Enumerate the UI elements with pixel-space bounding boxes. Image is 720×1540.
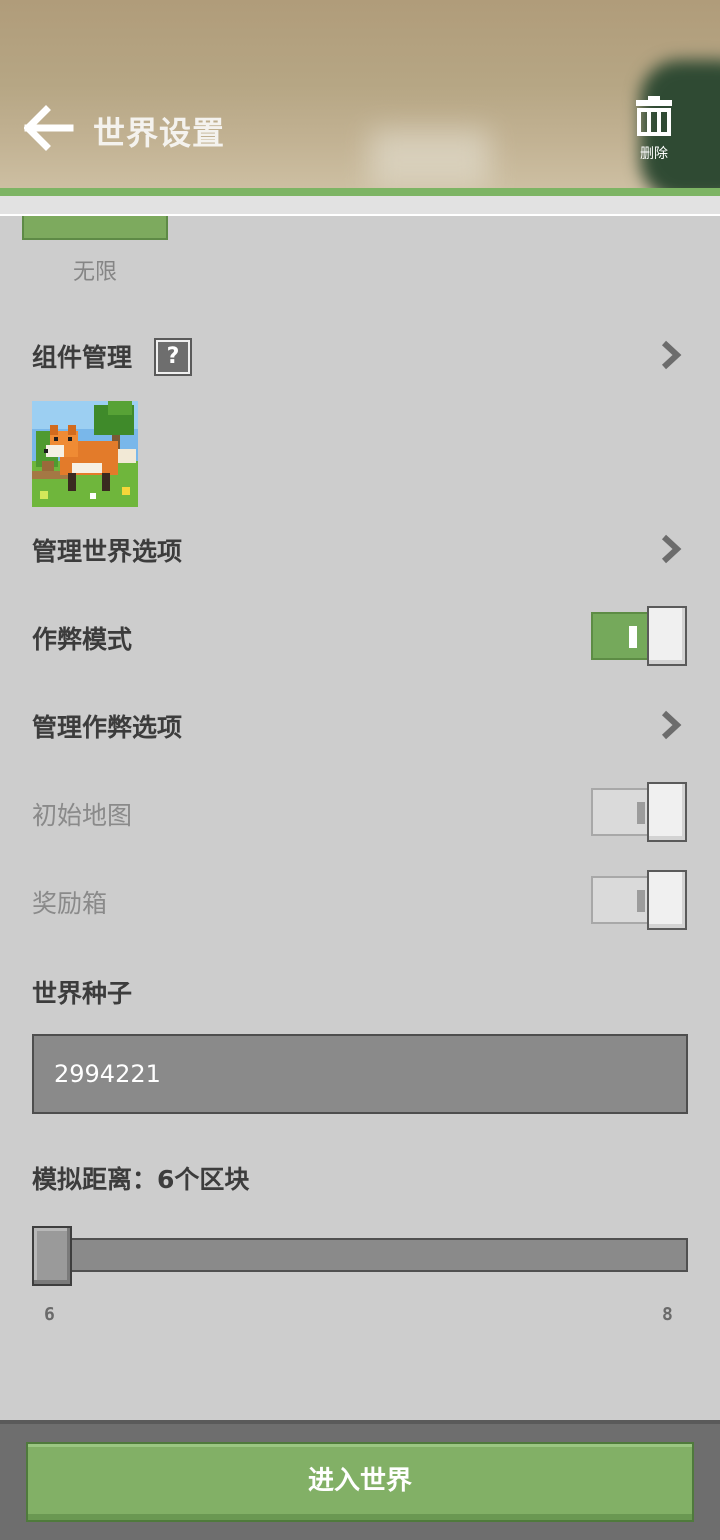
cheats-toggle[interactable] xyxy=(591,606,687,666)
seed-label: 世界种子 xyxy=(32,979,133,1008)
manage-cheat-options-label[interactable]: 管理作弊选项 xyxy=(32,708,182,744)
back-button[interactable] xyxy=(23,104,74,152)
starter-map-toggle[interactable] xyxy=(591,782,687,842)
header-divider xyxy=(0,188,720,196)
bonus-chest-label: 奖励箱 xyxy=(32,889,108,918)
bonus-chest-toggle[interactable] xyxy=(591,870,687,930)
simulation-distance-label: 模拟距离：6个区块 xyxy=(32,1165,250,1194)
chevron-right-icon[interactable] xyxy=(660,340,682,370)
bottom-bar: 进入世界 xyxy=(0,1420,720,1540)
page-title: 世界设置 xyxy=(93,114,226,152)
difficulty-caption: 无限 xyxy=(72,260,117,285)
enter-world-button[interactable]: 进入世界 xyxy=(26,1442,694,1522)
delete-label: 删除 xyxy=(640,146,668,162)
settings-list[interactable]: 无限 组件管理 ? 管理世界选项 作弊模式 管理作弊选项 初始地图 奖励箱 世界… xyxy=(0,216,720,1420)
resource-pack-thumbnail[interactable] xyxy=(32,401,138,507)
starter-map-label: 初始地图 xyxy=(32,801,133,830)
header-shadow xyxy=(0,196,720,216)
slider-min-label: 6 xyxy=(44,1304,55,1325)
toggle-knob[interactable] xyxy=(647,782,687,842)
fox-pack-image xyxy=(32,401,138,507)
chevron-right-icon[interactable] xyxy=(660,710,682,740)
manage-world-options-label[interactable]: 管理世界选项 xyxy=(32,532,182,568)
slider-max-label: 8 xyxy=(662,1304,673,1325)
difficulty-option-button[interactable] xyxy=(22,216,168,240)
chevron-right-icon[interactable] xyxy=(660,534,682,564)
slider-handle[interactable] xyxy=(32,1226,72,1286)
arrow-left-icon xyxy=(23,105,74,151)
toggle-on-mark xyxy=(629,626,637,648)
toggle-off-mark xyxy=(637,890,645,912)
toggle-knob[interactable] xyxy=(647,870,687,930)
header-background-blur xyxy=(370,130,490,188)
simulation-distance-slider[interactable] xyxy=(32,1238,688,1272)
components-label: 组件管理 xyxy=(32,343,133,372)
trash-icon xyxy=(636,96,672,136)
toggle-off-mark xyxy=(637,802,645,824)
delete-world-button[interactable]: 删除 xyxy=(628,96,680,166)
header-bar: 世界设置 删除 xyxy=(0,0,720,188)
seed-input[interactable]: 2994221 xyxy=(32,1034,688,1114)
toggle-knob[interactable] xyxy=(647,606,687,666)
cheats-label: 作弊模式 xyxy=(32,625,133,654)
help-icon[interactable]: ? xyxy=(154,338,192,376)
